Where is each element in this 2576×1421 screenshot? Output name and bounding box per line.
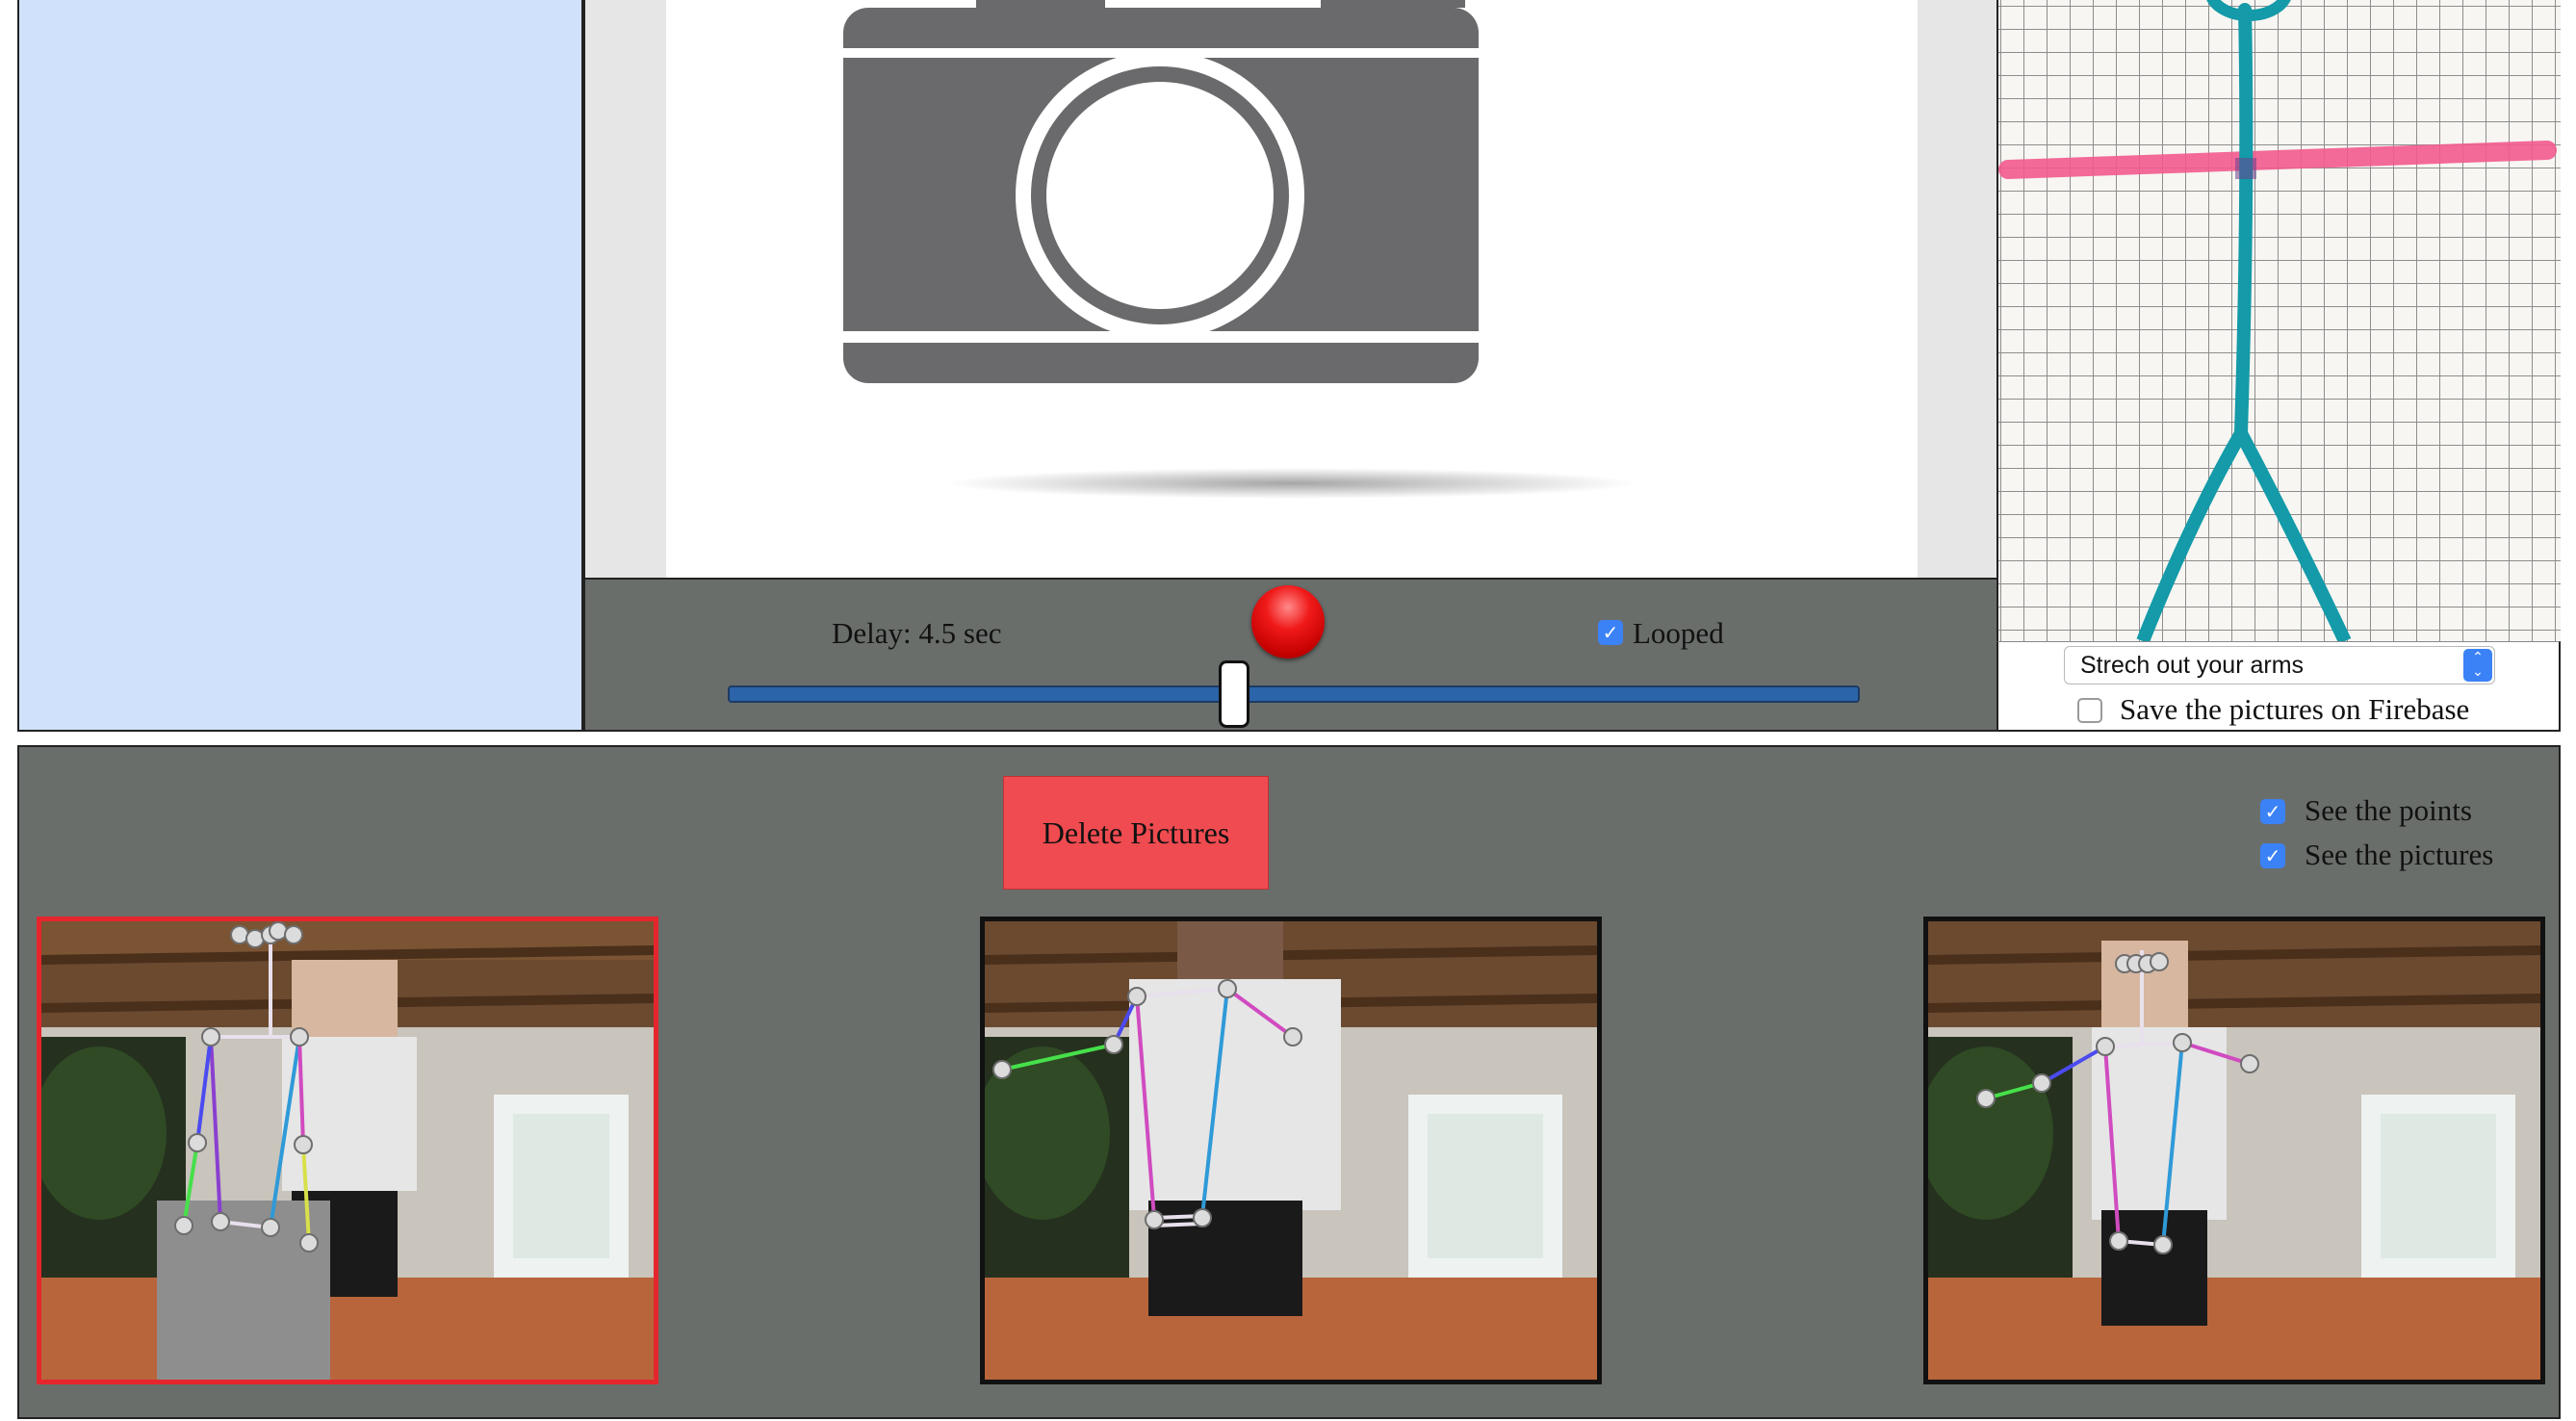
stick-figure-image: [1998, 0, 2561, 641]
record-button[interactable]: [1251, 585, 1325, 659]
looped-checkbox[interactable]: ✓: [1598, 620, 1623, 645]
captured-picture-3[interactable]: [1923, 917, 2545, 1384]
exercise-select-value: Strech out your arms: [2080, 652, 2305, 679]
delay-label: Delay: 4.5 sec: [832, 616, 1002, 650]
left-panel: [17, 0, 583, 732]
delay-slider-thumb[interactable]: [1219, 660, 1249, 728]
see-pictures-label: See the pictures: [2305, 838, 2494, 871]
captured-picture-1[interactable]: [37, 917, 658, 1384]
see-points-checkbox[interactable]: ✓: [2260, 799, 2285, 824]
delete-pictures-button[interactable]: Delete Pictures: [1003, 776, 1269, 890]
camera-icon: [843, 0, 1638, 499]
check-icon: ✓: [2264, 800, 2281, 823]
chevron-updown-icon: ⌃ ⌄: [2463, 649, 2492, 682]
check-icon: ✓: [2264, 844, 2281, 867]
see-points-label: See the points: [2305, 793, 2472, 827]
pose-photo: [985, 921, 1597, 1380]
pose-photo: [41, 921, 654, 1380]
save-firebase-checkbox[interactable]: [2077, 698, 2102, 723]
pose-photo: [1928, 921, 2540, 1380]
exercise-options-panel: Strech out your arms ⌃ ⌄ Save the picture…: [1996, 641, 2561, 732]
captured-pictures-panel: Delete Pictures ✓ See the points ✓ See t…: [17, 745, 2561, 1419]
exercise-select[interactable]: Strech out your arms ⌃ ⌄: [2064, 646, 2495, 685]
camera-preview: [583, 0, 1996, 578]
captured-picture-2[interactable]: [980, 917, 1602, 1384]
camera-preview-canvas: [666, 0, 1918, 578]
save-firebase-label: Save the pictures on Firebase: [2120, 692, 2470, 726]
recording-controls: Delay: 4.5 sec ✓ Looped: [583, 578, 1996, 732]
reference-pose-image: [1996, 0, 2561, 641]
check-icon: ✓: [1602, 621, 1619, 644]
delay-slider-track[interactable]: [728, 685, 1860, 703]
see-pictures-checkbox[interactable]: ✓: [2260, 843, 2285, 868]
looped-label: Looped: [1633, 616, 1724, 650]
